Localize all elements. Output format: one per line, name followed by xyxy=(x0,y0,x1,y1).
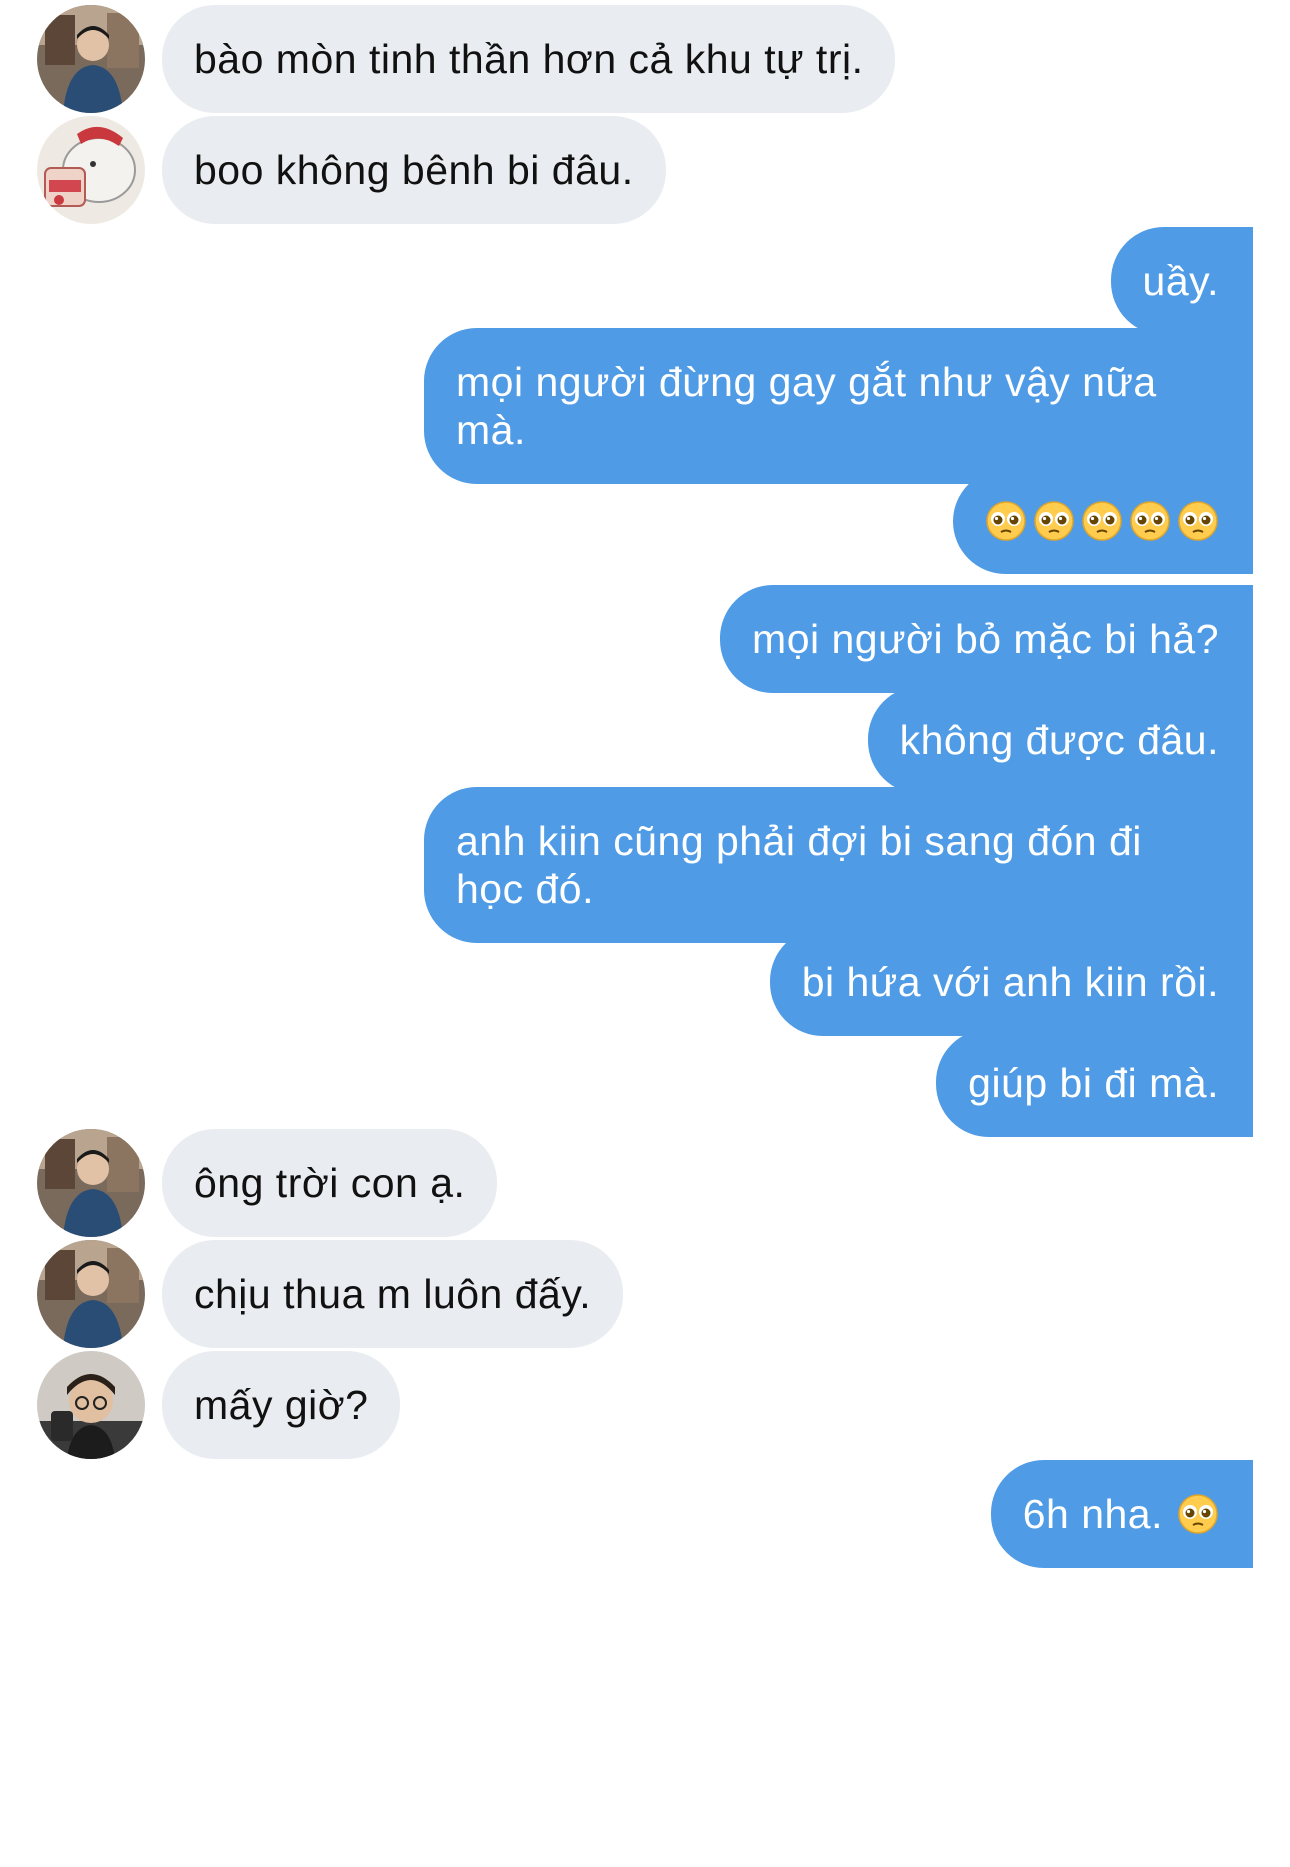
message-bubble-outgoing[interactable]: mọi người đừng gay gắt như vậy nữa mà. xyxy=(424,328,1253,484)
message-text: anh kiin cũng phải đợi bi sang đón đi họ… xyxy=(456,818,1142,912)
avatar[interactable] xyxy=(37,116,145,224)
pleading-face-icon xyxy=(1177,1493,1219,1535)
message-bubble-outgoing[interactable]: 6h nha. xyxy=(990,1460,1253,1568)
pleading-face-icon xyxy=(985,500,1027,542)
message-bubble-outgoing[interactable] xyxy=(953,469,1253,574)
chat-thread: bào mòn tinh thần hơn cả khu tự trị. boo… xyxy=(0,0,1290,1867)
message-text: giúp bi đi mà. xyxy=(968,1060,1219,1106)
message-text: mọi người bỏ mặc bi hả? xyxy=(752,616,1219,662)
avatar-boy-glasses-image xyxy=(37,1351,145,1459)
message-text: boo không bênh bi đâu. xyxy=(194,147,634,193)
message-text: uầy. xyxy=(1142,258,1219,304)
avatar-boy-street-image xyxy=(37,1240,145,1348)
message-text: chịu thua m luôn đấy. xyxy=(194,1271,592,1317)
message-bubble-incoming[interactable]: mấy giờ? xyxy=(162,1351,401,1459)
pleading-face-icon xyxy=(1129,500,1171,542)
message-text: ông trời con ạ. xyxy=(194,1160,466,1206)
avatar[interactable] xyxy=(37,5,145,113)
message-text: mọi người đừng gay gắt như vậy nữa mà. xyxy=(456,359,1157,453)
message-bubble-outgoing[interactable]: uầy. xyxy=(1110,227,1253,335)
message-content: 6h nha. xyxy=(1023,1490,1219,1538)
avatar-boy-street-image xyxy=(37,1129,145,1237)
avatar[interactable] xyxy=(37,1240,145,1348)
message-bubble-outgoing[interactable]: anh kiin cũng phải đợi bi sang đón đi họ… xyxy=(424,787,1253,943)
message-bubble-outgoing[interactable]: không được đâu. xyxy=(867,686,1253,794)
message-text: không được đâu. xyxy=(899,717,1219,763)
message-text: bi hứa với anh kiin rồi. xyxy=(801,959,1219,1005)
avatar-boy-street-image xyxy=(37,5,145,113)
avatar[interactable] xyxy=(37,1351,145,1459)
message-bubble-incoming[interactable]: ông trời con ạ. xyxy=(162,1129,498,1237)
message-text: bào mòn tinh thần hơn cả khu tự trị. xyxy=(194,36,864,82)
emoji-row xyxy=(985,497,1219,545)
message-bubble-incoming[interactable]: bào mòn tinh thần hơn cả khu tự trị. xyxy=(162,5,896,113)
pleading-face-icon xyxy=(1033,500,1075,542)
message-bubble-outgoing[interactable]: giúp bi đi mà. xyxy=(936,1029,1253,1137)
message-bubble-incoming[interactable]: boo không bênh bi đâu. xyxy=(162,116,666,224)
pleading-face-icon xyxy=(1081,500,1123,542)
message-bubble-outgoing[interactable]: bi hứa với anh kiin rồi. xyxy=(769,928,1253,1036)
avatar-bear-cartoon-image xyxy=(37,116,145,224)
message-bubble-incoming[interactable]: chịu thua m luôn đấy. xyxy=(162,1240,624,1348)
message-text: 6h nha. xyxy=(1022,1491,1163,1537)
message-text: mấy giờ? xyxy=(194,1382,369,1428)
avatar[interactable] xyxy=(37,1129,145,1237)
pleading-face-icon xyxy=(1177,500,1219,542)
message-bubble-outgoing[interactable]: mọi người bỏ mặc bi hả? xyxy=(720,585,1253,693)
